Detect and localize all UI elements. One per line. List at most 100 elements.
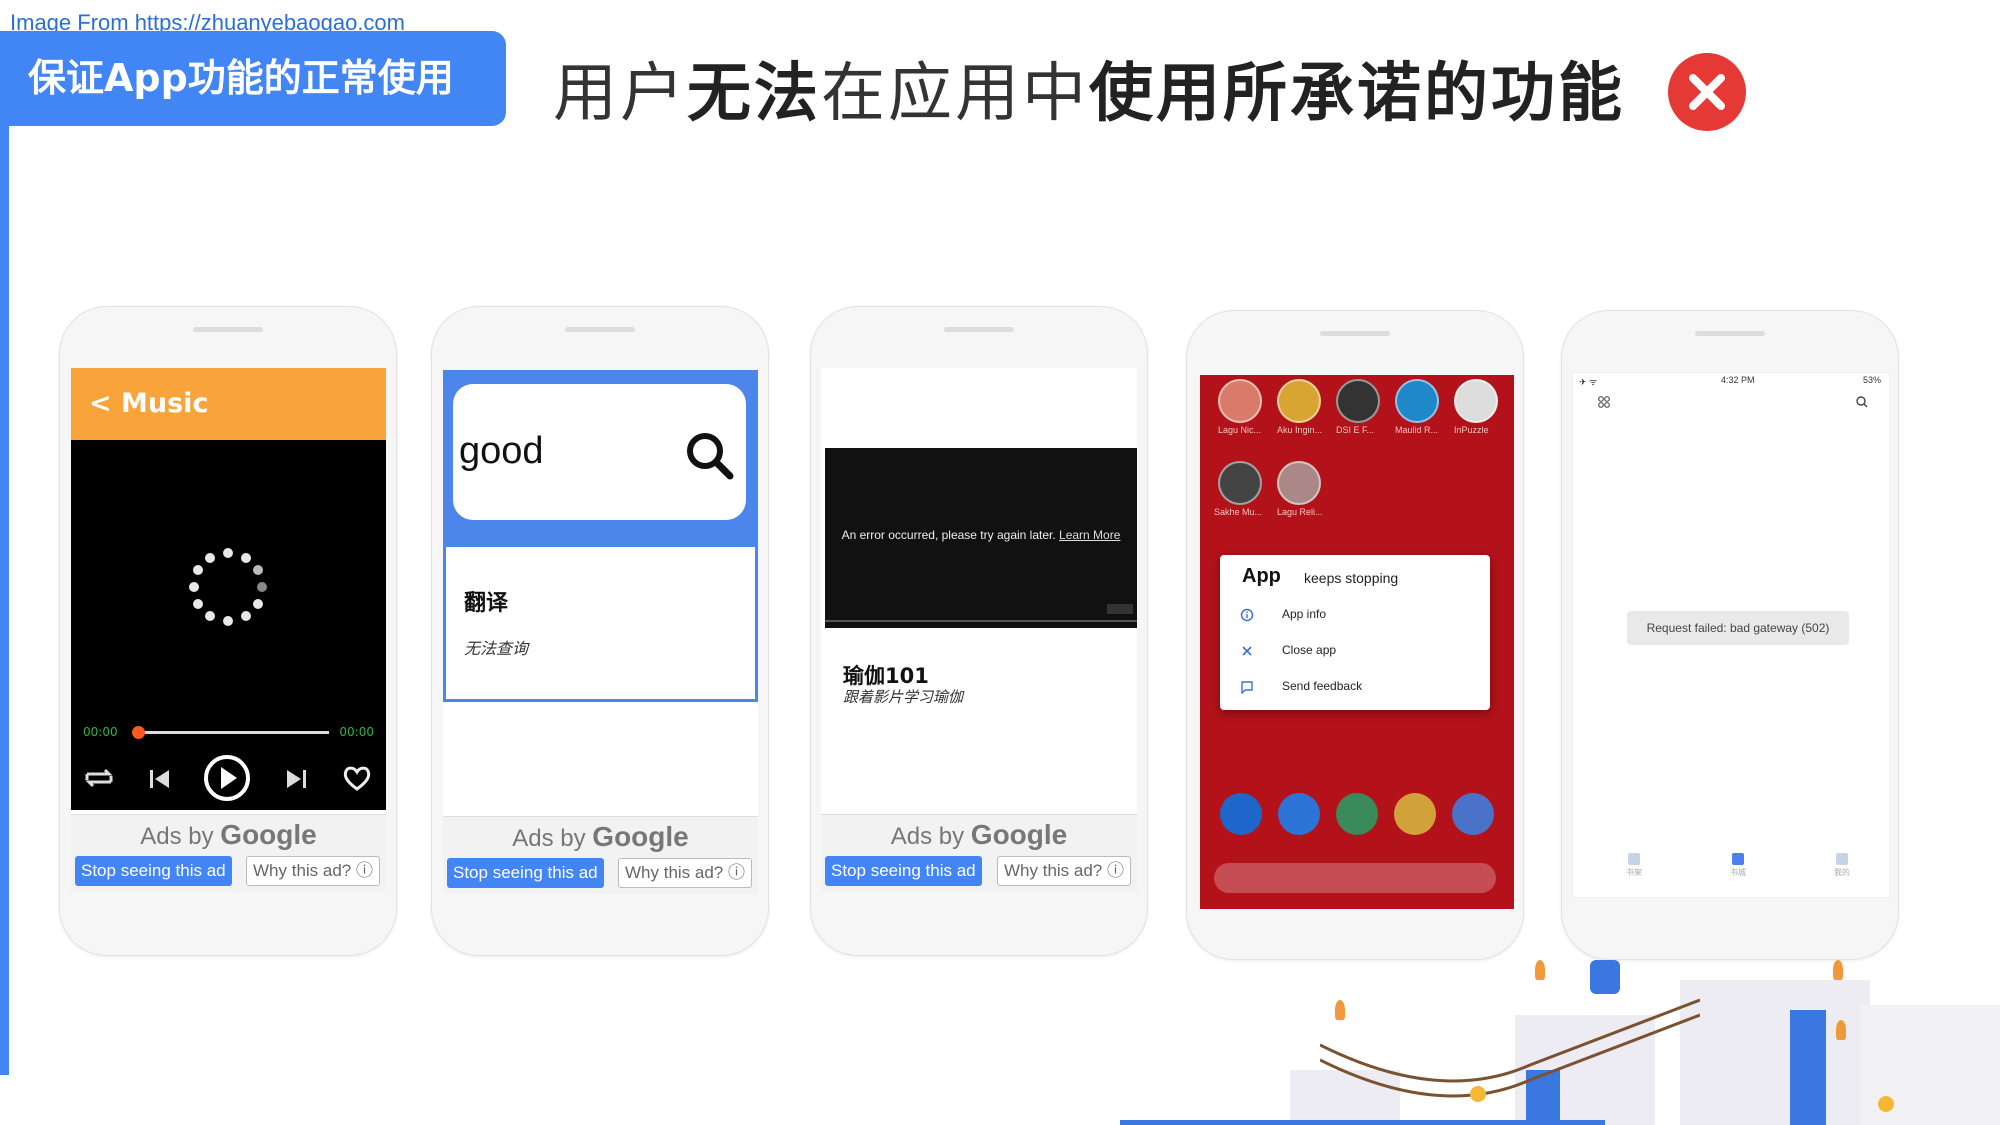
status-battery: 53% bbox=[1862, 375, 1881, 385]
close-x-icon bbox=[1668, 53, 1746, 131]
stop-seeing-ad-button[interactable]: Stop seeing this ad bbox=[825, 856, 982, 886]
illustration-block bbox=[1680, 980, 1870, 1125]
headline-part-4: 使用所承诺的功能 bbox=[1089, 57, 1625, 131]
app-label: Lagu Reli... bbox=[1277, 507, 1323, 517]
time-total: 00:00 bbox=[339, 725, 374, 739]
info-icon bbox=[1240, 608, 1254, 622]
app-icon[interactable] bbox=[1395, 379, 1439, 423]
stop-seeing-ad-button[interactable]: Stop seeing this ad bbox=[447, 858, 604, 888]
messages-app-icon[interactable] bbox=[1278, 793, 1320, 835]
video-player[interactable]: An error occurred, please try again late… bbox=[825, 448, 1137, 628]
why-this-ad-button[interactable]: Why this ad? ⓘ bbox=[618, 858, 752, 888]
search-input[interactable]: good bbox=[453, 384, 746, 520]
learn-more-link[interactable]: Learn More bbox=[1059, 528, 1120, 542]
balloon bbox=[1878, 1096, 1894, 1112]
ad-bar: Ads by Google Stop seeing this ad Why th… bbox=[71, 814, 386, 892]
music-header[interactable]: < Music bbox=[71, 368, 386, 440]
chrome-icon[interactable] bbox=[1394, 793, 1436, 835]
nav-item-store[interactable]: 书城 bbox=[1723, 853, 1753, 878]
bookshelf-icon bbox=[1628, 853, 1640, 865]
phone-app-icon[interactable] bbox=[1220, 793, 1262, 835]
app-icon[interactable] bbox=[1218, 461, 1262, 505]
next-icon[interactable] bbox=[283, 766, 309, 792]
video-subtitle: 跟着影片学习瑜伽 bbox=[843, 688, 964, 706]
camera-icon[interactable] bbox=[1452, 793, 1494, 835]
feedback-icon bbox=[1241, 681, 1253, 694]
video-progress-track[interactable] bbox=[825, 620, 1137, 622]
repeat-icon[interactable] bbox=[81, 760, 117, 796]
app-info-option[interactable]: App info bbox=[1220, 607, 1490, 635]
profile-icon bbox=[1836, 853, 1848, 865]
app-label: InPuzzle bbox=[1454, 425, 1489, 435]
section-badge: 保证App功能的正常使用 bbox=[0, 31, 506, 126]
headline-part-1: 用户 bbox=[553, 57, 687, 131]
phone-screen: good 翻译 无法查询 Ads by Google Stop seeing t… bbox=[443, 370, 758, 894]
why-this-ad-button[interactable]: Why this ad? ⓘ bbox=[997, 856, 1131, 886]
grid-menu-icon[interactable] bbox=[1597, 395, 1611, 409]
close-icon bbox=[1242, 646, 1252, 656]
phone-screen: Lagu Nic... Aku Ingin... DSI E F... Maul… bbox=[1200, 375, 1514, 909]
app-icon[interactable] bbox=[1277, 379, 1321, 423]
app-label: Aku Ingin... bbox=[1277, 425, 1323, 435]
nav-item-shelf[interactable]: 书架 bbox=[1619, 853, 1649, 878]
ad-bar: Ads by Google Stop seeing this ad Why th… bbox=[821, 814, 1137, 892]
castle-bridge-illustration bbox=[1120, 960, 2000, 1125]
ad-bar: Ads by Google Stop seeing this ad Why th… bbox=[443, 816, 758, 894]
progress-thumb[interactable] bbox=[132, 726, 146, 739]
status-time: 4:32 PM bbox=[1721, 375, 1755, 385]
loading-spinner-icon bbox=[189, 548, 267, 626]
search-icon[interactable] bbox=[684, 430, 736, 482]
app-icon[interactable] bbox=[1277, 461, 1321, 505]
character-figure bbox=[1590, 960, 1620, 994]
close-app-option[interactable]: Close app bbox=[1220, 643, 1490, 671]
why-this-ad-button[interactable]: Why this ad? ⓘ bbox=[246, 856, 380, 886]
waterfall bbox=[1790, 1010, 1826, 1125]
stop-seeing-ad-button[interactable]: Stop seeing this ad bbox=[75, 856, 232, 886]
phone-screen: An error occurred, please try again late… bbox=[821, 368, 1137, 892]
phone-request-failed: ✈ ᯤ 4:32 PM 53% Request failed: bad gate… bbox=[1561, 310, 1899, 960]
app-icon[interactable] bbox=[1454, 379, 1498, 423]
previous-icon[interactable] bbox=[147, 766, 173, 792]
balloon bbox=[1470, 1086, 1486, 1102]
app-label: Lagu Nic... bbox=[1218, 425, 1262, 435]
youtube-logo-icon bbox=[1107, 604, 1133, 614]
error-toast: Request failed: bad gateway (502) bbox=[1627, 611, 1849, 645]
rope-bridge bbox=[1320, 998, 1700, 1098]
app-label: Sakhe Mu... bbox=[1214, 507, 1263, 517]
water-line bbox=[1120, 1120, 1605, 1125]
translation-card: 翻译 无法查询 bbox=[443, 547, 758, 702]
app-icon[interactable] bbox=[1336, 379, 1380, 423]
nav-item-profile[interactable]: 我的 bbox=[1827, 853, 1857, 878]
headline-part-2: 无法 bbox=[687, 57, 821, 131]
search-icon[interactable] bbox=[1855, 395, 1869, 409]
app-icon[interactable] bbox=[1218, 379, 1262, 423]
phone-video: An error occurred, please try again late… bbox=[810, 306, 1148, 956]
phone-translate: good 翻译 无法查询 Ads by Google Stop seeing t… bbox=[431, 306, 769, 956]
torch-flame bbox=[1833, 960, 1843, 980]
card-subtitle: 无法查询 bbox=[464, 639, 529, 658]
play-icon[interactable] bbox=[202, 753, 252, 803]
app-label: Maulid R... bbox=[1395, 425, 1439, 435]
app-crash-dialog: App keeps stopping App info Close app Se… bbox=[1220, 555, 1490, 710]
search-header: good bbox=[443, 370, 758, 550]
search-value: good bbox=[459, 430, 544, 472]
dialog-subtitle: keeps stopping bbox=[1304, 570, 1399, 586]
google-search-bar[interactable] bbox=[1214, 863, 1496, 893]
send-feedback-option[interactable]: Send feedback bbox=[1220, 679, 1490, 707]
torch-flame bbox=[1535, 960, 1545, 980]
phone-speaker bbox=[193, 327, 263, 332]
phone-speaker bbox=[1320, 331, 1390, 336]
video-error-message: An error occurred, please try again late… bbox=[841, 528, 1121, 542]
left-accent-rule bbox=[0, 95, 9, 1075]
phone-speaker bbox=[565, 327, 635, 332]
phone-crash: Lagu Nic... Aku Ingin... DSI E F... Maul… bbox=[1186, 310, 1524, 960]
ads-by-google-label: Ads by Google bbox=[512, 821, 689, 852]
ads-by-google-label: Ads by Google bbox=[140, 819, 317, 850]
headline-part-3: 在应用中 bbox=[821, 57, 1089, 131]
progress-track[interactable] bbox=[135, 731, 329, 734]
heart-icon[interactable] bbox=[341, 762, 373, 794]
phone-screen: ✈ ᯤ 4:32 PM 53% Request failed: bad gate… bbox=[1572, 372, 1890, 898]
phone-screen: < Music 00:00 00:00 Ads by Google Stop s… bbox=[71, 368, 386, 892]
play-store-icon[interactable] bbox=[1336, 793, 1378, 835]
video-player[interactable]: 00:00 00:00 bbox=[71, 440, 386, 810]
